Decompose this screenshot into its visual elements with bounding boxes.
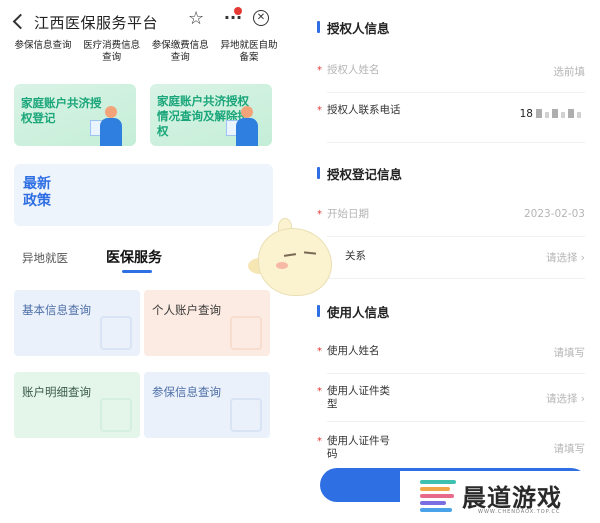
app-header: 江西医保服务平台 ☆ ··· ✕ <box>0 6 288 36</box>
field-label: 授权人联系电话 <box>327 104 401 116</box>
service-label: 账户明细查询 <box>22 385 91 399</box>
document-icon <box>230 398 262 432</box>
field-user-id-number[interactable]: * 使用人证件号码 请填写 <box>317 435 585 465</box>
service-personal-account[interactable]: 个人账户查询 <box>144 290 270 356</box>
required-mark: * <box>317 105 322 116</box>
quick-link-remote-filing[interactable]: 异地就医自助备案 <box>216 40 282 70</box>
field-authorizer-phone[interactable]: * 授权人联系电话 18 <box>317 104 585 144</box>
service-label: 基本信息查询 <box>22 303 91 317</box>
section-marker <box>317 305 320 317</box>
service-label: 个人账户查询 <box>152 303 221 317</box>
star-icon[interactable]: ☆ <box>188 8 204 29</box>
brand-name: 晨道游戏 <box>462 484 562 512</box>
service-insurance-info[interactable]: 参保信息查询 <box>144 372 270 438</box>
active-tab-indicator <box>122 270 152 273</box>
section-title: 授权人信息 <box>327 21 390 36</box>
quick-links: 参保信息查询 医疗消费信息查询 参保缴费信息查询 异地就医自助备案 <box>10 40 282 70</box>
field-value: 请选择 › <box>545 252 585 264</box>
field-value: 请选择 › <box>545 393 585 405</box>
divider <box>327 373 585 374</box>
latest-policy-label: 最新政策 <box>23 176 51 209</box>
brand-logo-icon <box>420 480 456 514</box>
divider <box>327 92 585 93</box>
field-user-id-type[interactable]: * 使用人证件类型 请选择 › <box>317 385 585 425</box>
field-label: 使用人证件类型 <box>327 385 390 410</box>
required-mark: * <box>317 386 322 397</box>
field-start-date[interactable]: * 开始日期 2023-02-03 <box>317 208 585 238</box>
person-illustration <box>226 102 266 146</box>
section-title: 授权登记信息 <box>327 167 403 182</box>
latest-policy-card[interactable]: 最新政策 <box>14 164 273 226</box>
back-icon[interactable] <box>10 10 28 32</box>
brand-url: WWW.CHENDAOX.TOP.CC <box>478 509 561 515</box>
section-title: 使用人信息 <box>327 305 390 320</box>
quick-link-insurance-info[interactable]: 参保信息查询 <box>10 40 76 70</box>
app-title: 江西医保服务平台 <box>34 14 159 32</box>
field-relationship[interactable]: * 关系 请选择 › <box>317 250 585 280</box>
person-illustration <box>90 102 130 146</box>
field-value: 2023-02-03 <box>523 208 585 220</box>
document-icon <box>100 316 132 350</box>
divider <box>327 421 585 422</box>
section-marker <box>317 21 320 33</box>
tab-remote-medical[interactable]: 异地就医 <box>22 250 68 266</box>
field-value: 请填写 <box>553 347 586 359</box>
banner-family-account-register[interactable]: 家庭账户共济授权登记 <box>14 84 136 146</box>
field-label: 关系 <box>345 250 366 262</box>
quick-link-medical-consumption[interactable]: 医疗消费信息查询 <box>79 40 145 70</box>
field-authorizer-name[interactable]: * 授权人姓名 选前填 <box>317 64 585 94</box>
divider <box>327 278 585 279</box>
field-label: 授权人姓名 <box>327 64 380 76</box>
divider <box>327 236 585 237</box>
required-mark: * <box>317 436 322 447</box>
required-mark: * <box>317 346 322 357</box>
tab-medical-service[interactable]: 医保服务 <box>106 247 162 267</box>
account-icon <box>230 316 262 350</box>
service-tabs: 异地就医 医保服务 <box>22 246 222 276</box>
banner-family-account-query[interactable]: 家庭账户共济授权情况查询及解除授权 <box>150 84 272 146</box>
mascot-illustration <box>248 218 338 298</box>
service-account-details[interactable]: 账户明细查询 <box>14 372 140 438</box>
section-marker <box>317 167 320 179</box>
ledger-icon <box>100 398 132 432</box>
field-label: 使用人证件号码 <box>327 435 390 460</box>
left-screen: 江西医保服务平台 ☆ ··· ✕ 参保信息查询 医疗消费信息查询 参保缴费信息查… <box>0 0 288 523</box>
quick-link-payment-info[interactable]: 参保缴费信息查询 <box>147 40 213 70</box>
field-user-name[interactable]: * 使用人姓名 请填写 <box>317 345 585 375</box>
required-mark: * <box>317 65 322 76</box>
service-label: 参保信息查询 <box>152 385 221 399</box>
field-value: 选前填 <box>553 66 586 78</box>
service-basic-info[interactable]: 基本信息查询 <box>14 290 140 356</box>
phone-prefix: 18 <box>519 108 533 120</box>
site-watermark: 晨道游戏 WWW.CHENDAOX.TOP.CC <box>400 471 600 523</box>
authorization-form: 授权人信息 * 授权人姓名 选前填 * 授权人联系电话 18 授权登记信息 * … <box>305 0 600 523</box>
notification-dot <box>234 7 242 15</box>
close-icon[interactable]: ✕ <box>253 10 269 26</box>
field-value: 请填写 <box>553 443 586 455</box>
field-label: 使用人姓名 <box>327 345 380 357</box>
divider <box>327 142 585 143</box>
phone-value: 18 <box>520 108 581 120</box>
